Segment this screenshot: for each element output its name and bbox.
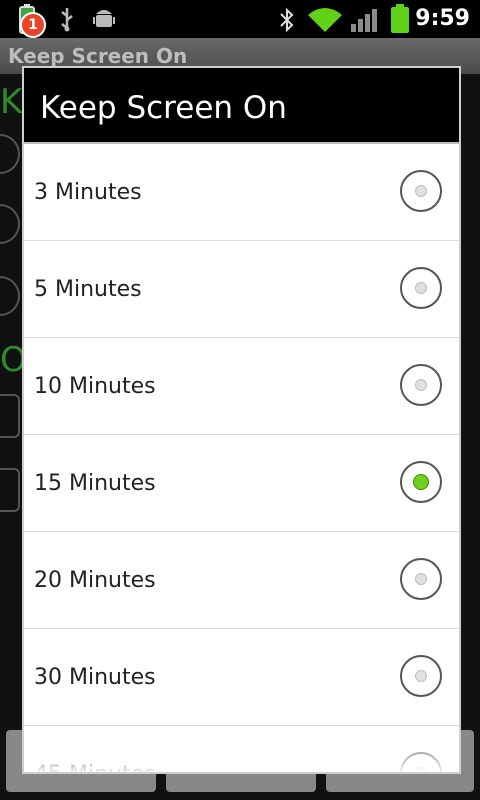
background-green-letter: K [0,82,23,122]
option-label: 20 Minutes [34,567,156,593]
radio-dot-icon [415,185,427,197]
option-10-minutes[interactable]: 10 Minutes [24,338,459,435]
option-30-minutes[interactable]: 30 Minutes [24,629,459,726]
notification-count-badge: 1 [20,12,46,38]
radio-dot-icon [413,474,429,490]
radio-button[interactable] [400,558,442,600]
option-label: 5 Minutes [34,276,142,302]
radio-button[interactable] [400,267,442,309]
signal-icon [351,9,377,32]
option-20-minutes[interactable]: 20 Minutes [24,532,459,629]
option-label: 15 Minutes [34,470,156,496]
radio-button[interactable] [400,461,442,503]
radio-button[interactable] [400,170,442,212]
options-list: 3 Minutes 5 Minutes 10 Minutes 15 Minute… [24,144,459,774]
option-label: 45 Minutes [34,761,156,774]
background-tab [0,394,20,438]
option-15-minutes[interactable]: 15 Minutes [24,435,459,532]
option-45-minutes[interactable]: 45 Minutes [24,726,459,774]
wifi-icon [308,8,342,32]
background-tab [0,468,20,512]
option-label: 30 Minutes [34,664,156,690]
radio-dot-icon [415,573,427,585]
radio-dot-icon [415,379,427,391]
status-bar: 1 9:59 [0,0,480,38]
android-debug-icon [93,10,115,27]
keep-screen-on-dialog: Keep Screen On 3 Minutes 5 Minutes 10 Mi… [22,66,461,774]
radio-dot-icon [415,670,427,682]
background-circle [0,204,20,244]
bluetooth-icon [280,7,294,33]
clock: 9:59 [415,6,470,31]
option-label: 10 Minutes [34,373,156,399]
option-label: 3 Minutes [34,179,142,205]
radio-dot-icon [415,282,427,294]
battery-icon [391,4,409,33]
usb-icon [61,8,73,32]
radio-button[interactable] [400,364,442,406]
background-circle [0,134,20,174]
background-circle [0,276,20,316]
radio-button[interactable] [400,752,442,772]
option-5-minutes[interactable]: 5 Minutes [24,241,459,338]
radio-dot-icon [415,767,427,772]
radio-button[interactable] [400,655,442,697]
option-3-minutes[interactable]: 3 Minutes [24,144,459,241]
dialog-title: Keep Screen On [24,68,459,144]
